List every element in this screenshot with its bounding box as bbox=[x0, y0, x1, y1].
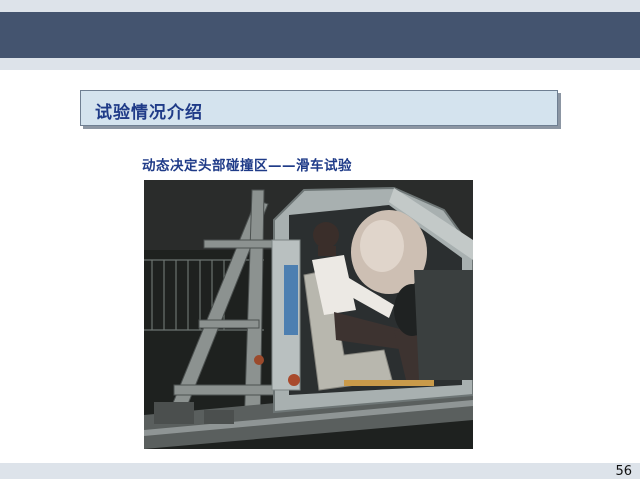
page-number: 56 bbox=[615, 464, 632, 479]
header-underline-strip bbox=[0, 58, 640, 70]
top-accent-strip bbox=[0, 0, 640, 12]
sled-test-photo bbox=[144, 180, 473, 449]
section-title-box: 试验情况介绍 bbox=[80, 90, 558, 126]
slide-subtitle: 动态决定头部碰撞区——滑车试验 bbox=[142, 158, 352, 174]
sled-test-photo-illustration bbox=[144, 180, 473, 449]
header-bar bbox=[0, 12, 640, 58]
section-title: 试验情况介绍 bbox=[95, 103, 203, 123]
footer-bar bbox=[0, 463, 640, 479]
